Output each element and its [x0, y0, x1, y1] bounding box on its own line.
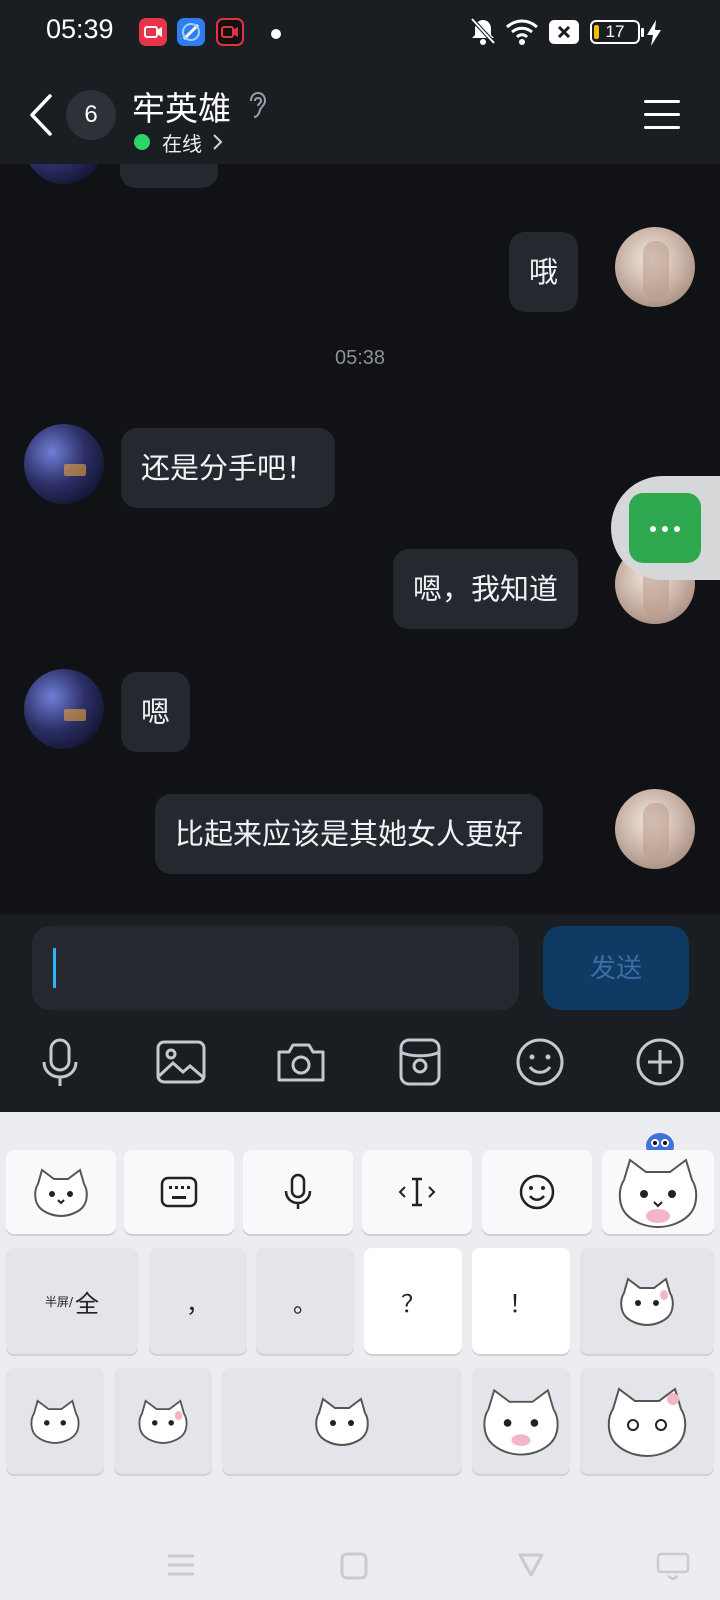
chevron-right-icon: [213, 134, 223, 150]
recent-apps-icon[interactable]: [166, 1552, 196, 1578]
emoji-icon[interactable]: [512, 1034, 568, 1090]
plus-icon[interactable]: [632, 1034, 688, 1090]
charging-bolt-icon: [647, 20, 661, 46]
chat-header: 6 牢英雄 在线: [0, 64, 720, 164]
message-composer: 发送: [0, 914, 720, 1112]
pocket-icon[interactable]: [392, 1034, 448, 1090]
ear-icon[interactable]: [247, 90, 267, 120]
battery-icon: 17: [590, 20, 644, 44]
cat-sticker-icon[interactable]: [472, 1368, 570, 1474]
recorder-app-icon: [216, 18, 244, 46]
message-bubble-received[interactable]: 充分: [120, 164, 219, 188]
browser-app-icon: [177, 18, 205, 46]
message-bubble-received[interactable]: 还是分手吧！: [121, 428, 336, 508]
period-key[interactable]: 。: [256, 1248, 354, 1354]
mute-bell-icon: [470, 17, 496, 45]
cat-sticker-icon[interactable]: [580, 1248, 714, 1354]
comma-key[interactable]: ，: [149, 1248, 247, 1354]
home-icon[interactable]: [340, 1552, 368, 1580]
contact-avatar[interactable]: [24, 164, 104, 184]
voice-input-icon[interactable]: [243, 1150, 353, 1234]
fullwidth-label: 全: [75, 1289, 100, 1318]
camera-icon[interactable]: [273, 1034, 329, 1090]
menu-icon[interactable]: [644, 100, 680, 130]
halfwidth-label: 半屏/: [44, 1294, 74, 1309]
self-avatar[interactable]: [615, 789, 695, 869]
contact-avatar[interactable]: [24, 669, 104, 749]
text-cursor: [53, 948, 56, 988]
cat-sticker-icon[interactable]: [602, 1150, 714, 1234]
message-input[interactable]: [32, 926, 519, 1010]
cat-sticker-icon[interactable]: [580, 1368, 714, 1474]
image-icon[interactable]: [153, 1034, 209, 1090]
online-dot: [134, 134, 150, 150]
status-bar: 05:39 17: [0, 0, 720, 64]
online-status[interactable]: 在线: [134, 128, 224, 156]
message-timestamp: 05:38: [334, 347, 386, 369]
status-time: 05:39: [46, 14, 114, 44]
wifi-icon: [506, 19, 538, 45]
send-button[interactable]: 发送: [543, 926, 689, 1010]
cat-sticker-icon[interactable]: [6, 1368, 104, 1474]
cursor-icon[interactable]: [362, 1150, 472, 1234]
question-key[interactable]: ？: [364, 1248, 462, 1354]
cat-sticker-icon[interactable]: [6, 1150, 116, 1234]
exclamation-key[interactable]: ！: [472, 1248, 570, 1354]
close-box-icon: [549, 20, 579, 44]
back-triangle-icon[interactable]: [517, 1552, 545, 1578]
contact-name[interactable]: 牢英雄: [132, 82, 231, 130]
cat-sticker-icon[interactable]: [114, 1368, 212, 1474]
message-bubble-sent[interactable]: 比起来应该是其她女人更好: [155, 794, 544, 874]
notification-dot: [271, 29, 281, 39]
message-bubble-sent[interactable]: 嗯，我知道: [393, 549, 579, 629]
space-key[interactable]: [222, 1368, 462, 1474]
self-avatar[interactable]: [615, 227, 695, 307]
message-bubble-received[interactable]: 嗯: [121, 672, 191, 752]
navigation-bar: [0, 1530, 720, 1600]
back-chevron-icon[interactable]: [26, 92, 56, 138]
floating-panel: [611, 476, 720, 580]
chat-messages[interactable]: 充分 哦 05:38 还是分手吧！ 嗯，我知道 嗯 比起来应该是其她女人更好: [0, 164, 720, 914]
video-app-icon: [139, 18, 167, 46]
microphone-icon[interactable]: [32, 1034, 88, 1090]
keyboard-icon[interactable]: [124, 1150, 234, 1234]
more-dots-icon[interactable]: [629, 493, 701, 563]
online-status-label: 在线: [162, 131, 202, 156]
keyboard-hide-icon[interactable]: [656, 1552, 690, 1580]
halfwidth-fullwidth-key[interactable]: 半屏/全: [6, 1248, 138, 1354]
unread-count-badge[interactable]: 6: [66, 90, 116, 140]
emoji-icon[interactable]: [482, 1150, 592, 1234]
contact-avatar[interactable]: [24, 424, 104, 504]
soft-keyboard: 半屏/全 ， 。 ？ ！: [0, 1112, 720, 1600]
message-bubble-sent[interactable]: 哦: [509, 232, 579, 312]
